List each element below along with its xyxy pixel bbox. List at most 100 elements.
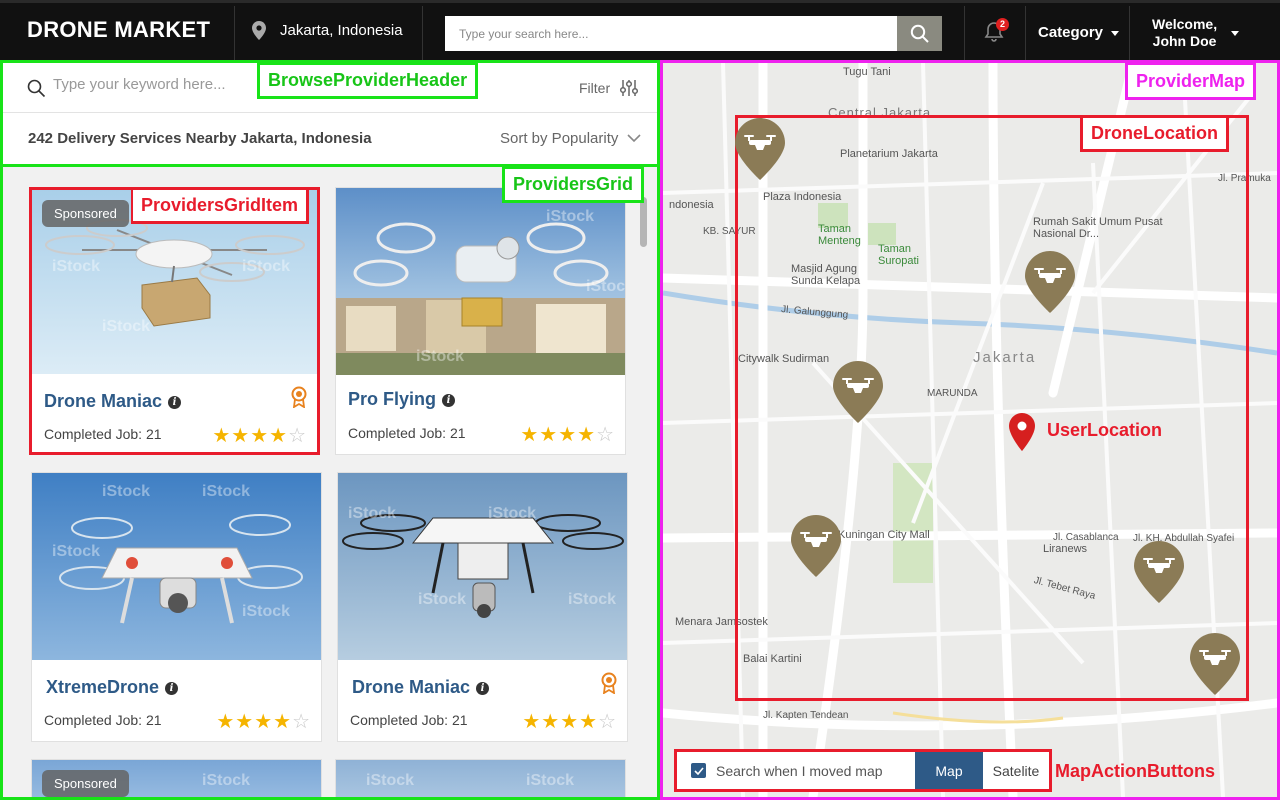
sponsored-badge: Sponsored xyxy=(42,770,129,797)
info-icon[interactable]: i xyxy=(165,682,179,695)
info-icon[interactable]: i xyxy=(168,396,182,409)
chevron-down-icon xyxy=(627,134,641,143)
map-view-button[interactable]: Map xyxy=(915,752,983,789)
provider-name[interactable]: XtremeDrone i xyxy=(46,677,179,698)
watermark-text: iStock xyxy=(418,591,467,608)
drone-pin-icon[interactable] xyxy=(1190,633,1240,695)
map-label: Tugu Tani xyxy=(843,66,891,78)
provider-card[interactable]: iStock iStock iStock iStock XtremeDrone i… xyxy=(31,472,322,742)
header-search-input[interactable] xyxy=(445,16,897,51)
welcome-text: Welcome, xyxy=(1152,16,1218,32)
provider-image: iStock Sponsored xyxy=(32,760,321,797)
rating-stars: ★★★★☆ xyxy=(522,711,617,733)
annotation-provider-map: ProviderMap xyxy=(1125,63,1257,100)
provider-card[interactable]: iStock iStock iStock Sponsored Drone Man… xyxy=(29,187,320,455)
watermark-text: iStock xyxy=(52,543,101,560)
annotation-drone-location: DroneLocation xyxy=(1080,115,1230,152)
map-label: ndonesia xyxy=(669,199,714,211)
watermark-text: iStock xyxy=(202,772,251,789)
provider-card[interactable]: iStock Sponsored xyxy=(31,759,322,797)
filter-button[interactable]: Filter xyxy=(579,79,639,97)
satellite-view-button[interactable]: Satelite xyxy=(983,752,1049,789)
category-dropdown[interactable]: Category xyxy=(1038,24,1120,41)
provider-card[interactable]: iStock iStock iStock Pro Flying i Complet… xyxy=(335,187,626,455)
scrollbar-thumb[interactable] xyxy=(640,197,647,247)
watermark-text: iStock xyxy=(242,258,291,275)
provider-name[interactable]: Pro Flying i xyxy=(348,389,456,410)
keyword-search-input[interactable] xyxy=(53,76,253,93)
provider-name-text: Pro Flying xyxy=(348,389,437,409)
watermark-text: iStock xyxy=(546,208,595,225)
chevron-down-icon xyxy=(1231,31,1240,36)
watermark-text: iStock xyxy=(202,483,251,500)
divider xyxy=(1129,6,1130,60)
filter-sliders-icon xyxy=(620,80,639,96)
watermark-text: iStock xyxy=(348,505,397,522)
drone-pin-icon[interactable] xyxy=(1025,251,1075,313)
completed-jobs: Completed Job: 21 xyxy=(44,426,162,442)
filter-label: Filter xyxy=(579,80,611,96)
header-search xyxy=(445,16,942,51)
location-label: Jakarta, Indonesia xyxy=(280,22,403,39)
annotation-map-action-buttons: MapActionButtons xyxy=(1055,761,1215,781)
provider-name-text: Drone Maniac xyxy=(352,677,471,697)
info-icon[interactable]: i xyxy=(442,394,456,407)
watermark-text: iStock xyxy=(102,483,151,500)
divider xyxy=(234,6,235,60)
drone-pin-icon[interactable] xyxy=(833,361,883,423)
provider-image: iStock iStock iStock iStock xyxy=(338,473,627,660)
drone-pin-icon[interactable] xyxy=(791,515,841,577)
provider-image: iStock iStock iStock xyxy=(336,188,625,375)
provider-map[interactable]: Tugu Tani Central Jakarta Planetarium Ja… xyxy=(660,60,1280,800)
completed-jobs: Completed Job: 21 xyxy=(350,712,468,728)
annotation-user-location: UserLocation xyxy=(1047,420,1163,440)
providers-grid: iStock iStock iStock Sponsored Drone Man… xyxy=(0,167,660,800)
provider-info: Drone Maniac i Completed Job: 21 ★★★★☆ xyxy=(338,660,627,742)
annotation-providers-grid-item: ProvidersGridItem xyxy=(131,187,310,224)
map-label: Jl. Kapten Tendean xyxy=(763,710,849,721)
drone-location-area xyxy=(735,115,1249,701)
user-menu[interactable]: Welcome, John Doe xyxy=(1152,16,1240,50)
location-selector[interactable]: Jakarta, Indonesia xyxy=(252,21,403,40)
provider-card[interactable]: iStock iStock xyxy=(335,759,626,797)
watermark-text: iStock xyxy=(568,591,617,608)
drone-pin-icon[interactable] xyxy=(1134,541,1184,603)
providers-panel: Filter 242 Delivery Services Nearby Jaka… xyxy=(0,60,660,800)
search-button[interactable] xyxy=(897,16,942,51)
search-icon xyxy=(910,24,929,43)
provider-info: XtremeDrone i Completed Job: 21 ★★★★☆ xyxy=(32,660,321,742)
search-when-moved-label: Search when I moved map xyxy=(716,762,883,779)
category-label: Category xyxy=(1038,24,1104,41)
divider xyxy=(422,6,423,60)
provider-card[interactable]: iStock iStock iStock iStock Drone Maniac… xyxy=(337,472,628,742)
browse-provider-header: Filter 242 Delivery Services Nearby Jaka… xyxy=(0,60,660,167)
sponsored-badge: Sponsored xyxy=(42,200,129,227)
map-action-buttons: Search when I moved map Map Satelite xyxy=(674,749,1052,792)
search-when-moved-checkbox[interactable]: Search when I moved map xyxy=(677,752,915,789)
notification-badge: 2 xyxy=(996,18,1009,31)
checkbox-checked-icon xyxy=(691,763,706,778)
provider-image: iStock iStock iStock iStock xyxy=(32,473,321,660)
watermark-text: iStock xyxy=(242,603,291,620)
watermark-text: iStock xyxy=(102,318,151,335)
provider-info: Pro Flying i Completed Job: 21 ★★★★☆ xyxy=(336,375,625,457)
drone-pin-icon[interactable] xyxy=(735,118,785,180)
search-icon xyxy=(27,79,46,98)
info-icon[interactable]: i xyxy=(476,682,490,695)
annotation-browse-provider-header: BrowseProviderHeader xyxy=(257,62,479,99)
completed-jobs: Completed Job: 21 xyxy=(44,712,162,728)
provider-name[interactable]: Drone Maniac i xyxy=(352,677,490,698)
user-location-pin-icon[interactable] xyxy=(1009,413,1035,451)
watermark-text: iStock xyxy=(52,258,101,275)
provider-name[interactable]: Drone Maniac i xyxy=(44,391,182,412)
top-navbar: DRONE MARKET Jakarta, Indonesia 2 Catego… xyxy=(0,0,1280,60)
watermark-text: iStock xyxy=(526,772,575,789)
sort-dropdown[interactable]: Sort by Popularity xyxy=(500,130,641,147)
rating-stars: ★★★★☆ xyxy=(212,425,307,447)
award-badge-icon xyxy=(601,672,617,694)
provider-info: Drone Maniac i Completed Job: 21 ★★★★☆ xyxy=(32,374,317,456)
user-name: John Doe xyxy=(1152,33,1217,49)
notifications-button[interactable]: 2 xyxy=(984,18,1009,48)
app-logo[interactable]: DRONE MARKET xyxy=(27,17,210,43)
sort-label: Sort by Popularity xyxy=(500,130,619,147)
